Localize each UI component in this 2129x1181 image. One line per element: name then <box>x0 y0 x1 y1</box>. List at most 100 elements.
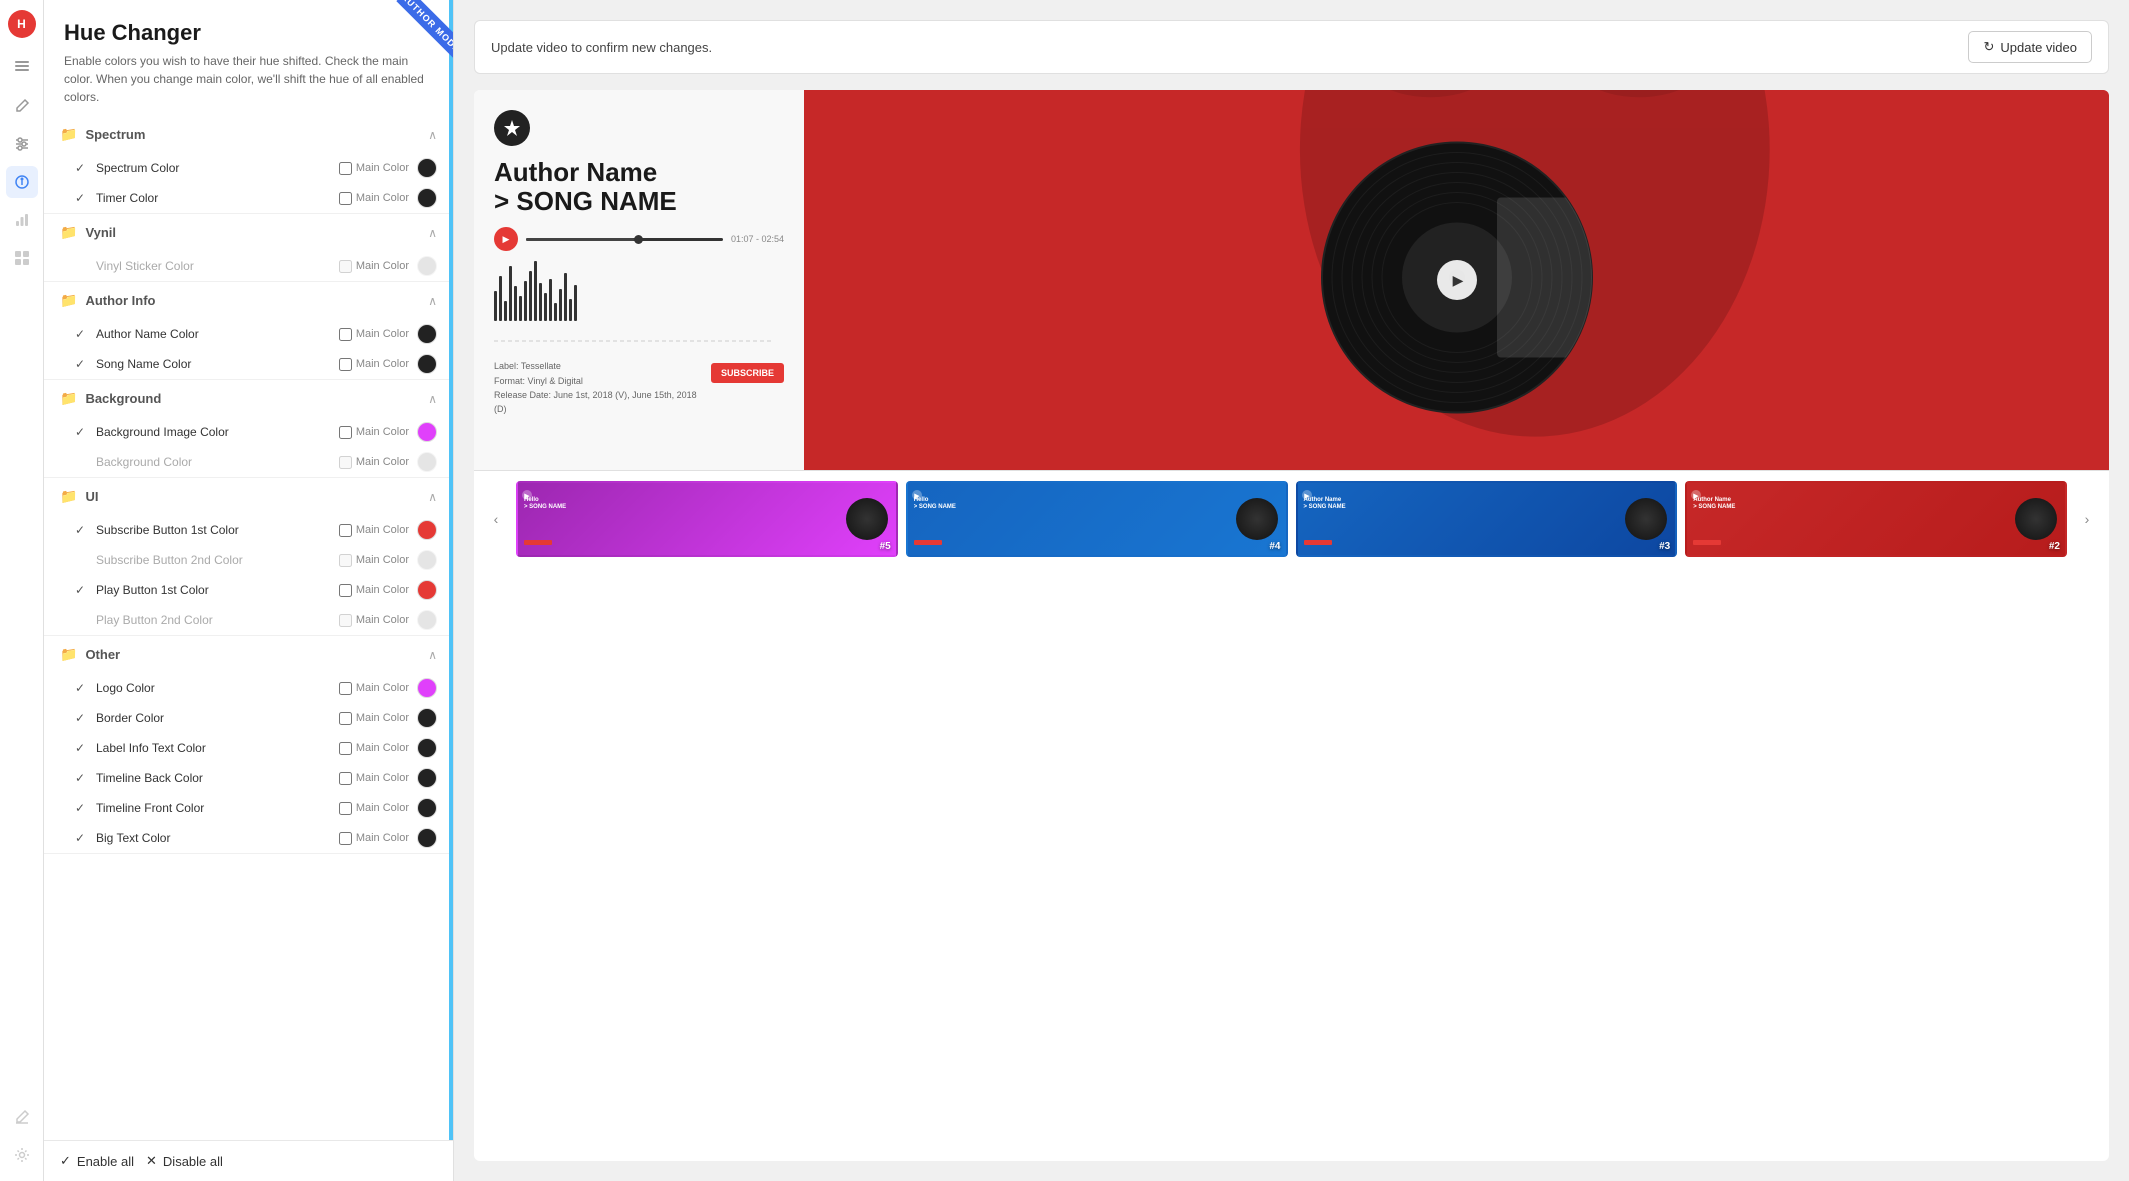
thumbnail-3[interactable]: ▶ Author Name > SONG NAME #3 <box>1296 481 1678 557</box>
play-btn-1-main-toggle[interactable]: Main Color <box>339 584 409 597</box>
song-name-swatch[interactable] <box>417 354 437 374</box>
thumb-3-bg: ▶ Author Name > SONG NAME #3 <box>1298 483 1676 555</box>
update-video-button[interactable]: ↻ Update video <box>1968 31 2092 63</box>
section-spectrum-label: Spectrum <box>85 127 145 142</box>
border-color-main-checkbox[interactable] <box>339 712 352 725</box>
thumbnail-5[interactable]: ▶ Hello > SONG NAME #5 <box>516 481 898 557</box>
subscribe-btn-1-main-toggle[interactable]: Main Color <box>339 524 409 537</box>
app-logo[interactable]: H <box>8 10 36 38</box>
sidebar-item-settings-bottom[interactable] <box>6 1139 38 1171</box>
song-name-check: ✓ <box>72 356 88 372</box>
sidebar-item-chart[interactable] <box>6 204 38 236</box>
waveform-bar <box>554 303 557 321</box>
thumbnail-2[interactable]: ▶ Author Name > SONG NAME #2 <box>1685 481 2067 557</box>
chevron-background: ∧ <box>428 392 437 406</box>
thumb-2-text: Author Name > SONG NAME <box>1693 497 1735 511</box>
video-format: Format: Vinyl & Digital <box>494 374 711 388</box>
label-info-main-checkbox[interactable] <box>339 742 352 755</box>
thumb-4-subscribe-bar <box>914 540 942 545</box>
timer-main-color-checkbox[interactable] <box>339 192 352 205</box>
author-name-main-color-toggle[interactable]: Main Color <box>339 328 409 341</box>
timeline-back-main-checkbox[interactable] <box>339 772 352 785</box>
subscribe-btn-1-main-checkbox[interactable] <box>339 524 352 537</box>
timeline-back-main-text: Main Color <box>356 772 409 784</box>
border-color-swatch[interactable] <box>417 708 437 728</box>
timeline-front-main-toggle[interactable]: Main Color <box>339 802 409 815</box>
subscribe-button[interactable]: SUBSCRIBE <box>711 363 784 383</box>
timeline-back-main-toggle[interactable]: Main Color <box>339 772 409 785</box>
hue-icon <box>14 174 30 190</box>
waveform <box>494 261 784 321</box>
timeline-front-main-checkbox[interactable] <box>339 802 352 815</box>
app-logo-icon: H <box>17 17 26 31</box>
sidebar-item-layers[interactable] <box>6 52 38 84</box>
video-logo-icon <box>502 118 522 138</box>
big-text-main-toggle[interactable]: Main Color <box>339 832 409 845</box>
section-author-info-header[interactable]: 📁 Author Info ∧ <box>44 282 453 319</box>
bg-image-main-color-checkbox[interactable] <box>339 426 352 439</box>
section-ui-header[interactable]: 📁 UI ∧ <box>44 478 453 515</box>
section-vynil-header[interactable]: 📁 Vynil ∧ <box>44 214 453 251</box>
timer-color-swatch[interactable] <box>417 188 437 208</box>
next-thumb-arrow[interactable]: › <box>2075 507 2099 531</box>
sidebar-item-edit-bottom[interactable] <box>6 1101 38 1133</box>
song-name-main-color-checkbox[interactable] <box>339 358 352 371</box>
section-other-header[interactable]: 📁 Other ∧ <box>44 636 453 673</box>
sidebar-item-grid[interactable] <box>6 242 38 274</box>
progress-bar[interactable] <box>526 238 723 241</box>
sidebar-item-hue[interactable] <box>6 166 38 198</box>
border-color-label: Border Color <box>96 711 331 725</box>
border-color-main-toggle[interactable]: Main Color <box>339 712 409 725</box>
vinyl-sticker-main-color-checkbox[interactable] <box>339 260 352 273</box>
logo-color-main-checkbox[interactable] <box>339 682 352 695</box>
play-btn-1-swatch[interactable] <box>417 580 437 600</box>
logo-color-main-toggle[interactable]: Main Color <box>339 682 409 695</box>
timeline-front-color-row: ✓ Timeline Front Color Main Color <box>44 793 453 823</box>
bg-color-main-color-toggle[interactable]: Main Color <box>339 456 409 469</box>
enable-all-button[interactable]: ✓ Enable all <box>60 1153 134 1169</box>
prev-thumb-arrow[interactable]: ‹ <box>484 507 508 531</box>
play-btn-2-main-toggle[interactable]: Main Color <box>339 614 409 627</box>
section-spectrum-header[interactable]: 📁 Spectrum ∧ <box>44 116 453 153</box>
logo-color-swatch[interactable] <box>417 678 437 698</box>
video-play-button[interactable]: ▶ <box>1437 260 1477 300</box>
sidebar-item-pencil[interactable] <box>6 90 38 122</box>
song-name-main-color-toggle[interactable]: Main Color <box>339 358 409 371</box>
timeline-back-swatch[interactable] <box>417 768 437 788</box>
subscribe-btn-2-main-checkbox[interactable] <box>339 554 352 567</box>
author-name-swatch[interactable] <box>417 324 437 344</box>
video-logo <box>494 110 530 146</box>
author-name-main-color-checkbox[interactable] <box>339 328 352 341</box>
big-text-main-checkbox[interactable] <box>339 832 352 845</box>
spectrum-main-color-toggle[interactable]: Main Color <box>339 162 409 175</box>
bg-color-check <box>72 454 88 470</box>
timeline-front-color-label: Timeline Front Color <box>96 801 331 815</box>
play-btn-1-main-checkbox[interactable] <box>339 584 352 597</box>
bg-image-swatch[interactable] <box>417 422 437 442</box>
video-left: Author Name > SONG NAME ▶ 01:07 - 02:54 <box>474 90 804 470</box>
bg-image-main-color-toggle[interactable]: Main Color <box>339 426 409 439</box>
subscribe-btn-2-main-toggle[interactable]: Main Color <box>339 554 409 567</box>
play-btn-2-main-checkbox[interactable] <box>339 614 352 627</box>
timer-main-color-toggle[interactable]: Main Color <box>339 192 409 205</box>
bg-color-main-color-checkbox[interactable] <box>339 456 352 469</box>
label-info-swatch[interactable] <box>417 738 437 758</box>
subscribe-btn-2-row: Subscribe Button 2nd Color Main Color <box>44 545 453 575</box>
thumb-2-number: #2 <box>2049 541 2060 552</box>
section-ui: 📁 UI ∧ ✓ Subscribe Button 1st Color Main… <box>44 478 453 636</box>
spectrum-color-swatch[interactable] <box>417 158 437 178</box>
timeline-front-swatch[interactable] <box>417 798 437 818</box>
big-text-swatch[interactable] <box>417 828 437 848</box>
disable-all-button[interactable]: ✕ Disable all <box>146 1153 223 1169</box>
waveform-bar <box>559 289 562 321</box>
label-info-main-toggle[interactable]: Main Color <box>339 742 409 755</box>
subscribe-btn-1-swatch[interactable] <box>417 520 437 540</box>
play-button[interactable]: ▶ <box>494 227 518 251</box>
vinyl-sticker-main-color-toggle[interactable]: Main Color <box>339 260 409 273</box>
section-background-header[interactable]: 📁 Background ∧ <box>44 380 453 417</box>
spectrum-main-color-checkbox[interactable] <box>339 162 352 175</box>
panel-header: AUTHOR MODE Hue Changer Enable colors yo… <box>44 0 453 116</box>
sidebar-item-sliders[interactable] <box>6 128 38 160</box>
bg-image-main-color-text: Main Color <box>356 426 409 438</box>
thumbnail-4[interactable]: ▶ Hello > SONG NAME #4 <box>906 481 1288 557</box>
